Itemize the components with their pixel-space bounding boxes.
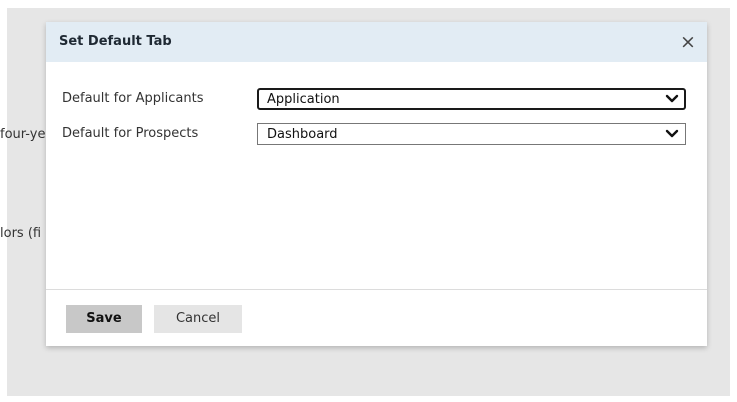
background-text-fragment: four-ye	[0, 127, 46, 142]
dialog-title: Set Default Tab	[59, 34, 172, 49]
prospects-default-select[interactable]: Dashboard	[257, 123, 686, 145]
applicants-default-select[interactable]: Application	[257, 88, 686, 110]
close-icon[interactable]: ×	[677, 31, 699, 53]
chevron-down-icon	[665, 94, 679, 103]
chevron-down-icon	[665, 129, 679, 138]
save-button[interactable]: Save	[66, 305, 142, 333]
applicants-label: Default for Applicants	[62, 91, 204, 106]
cancel-button[interactable]: Cancel	[154, 305, 242, 333]
set-default-tab-dialog: Set Default Tab × Default for Applicants…	[46, 22, 707, 346]
prospects-field-row: Default for Prospects Dashboard	[46, 123, 707, 145]
prospects-label: Default for Prospects	[62, 126, 199, 141]
dialog-header: Set Default Tab ×	[46, 22, 707, 62]
applicants-selected-value: Application	[267, 92, 340, 107]
prospects-selected-value: Dashboard	[267, 127, 338, 142]
footer-divider	[46, 289, 707, 290]
applicants-field-row: Default for Applicants Application	[46, 88, 707, 110]
background-text-fragment: lors (fi	[0, 226, 42, 241]
